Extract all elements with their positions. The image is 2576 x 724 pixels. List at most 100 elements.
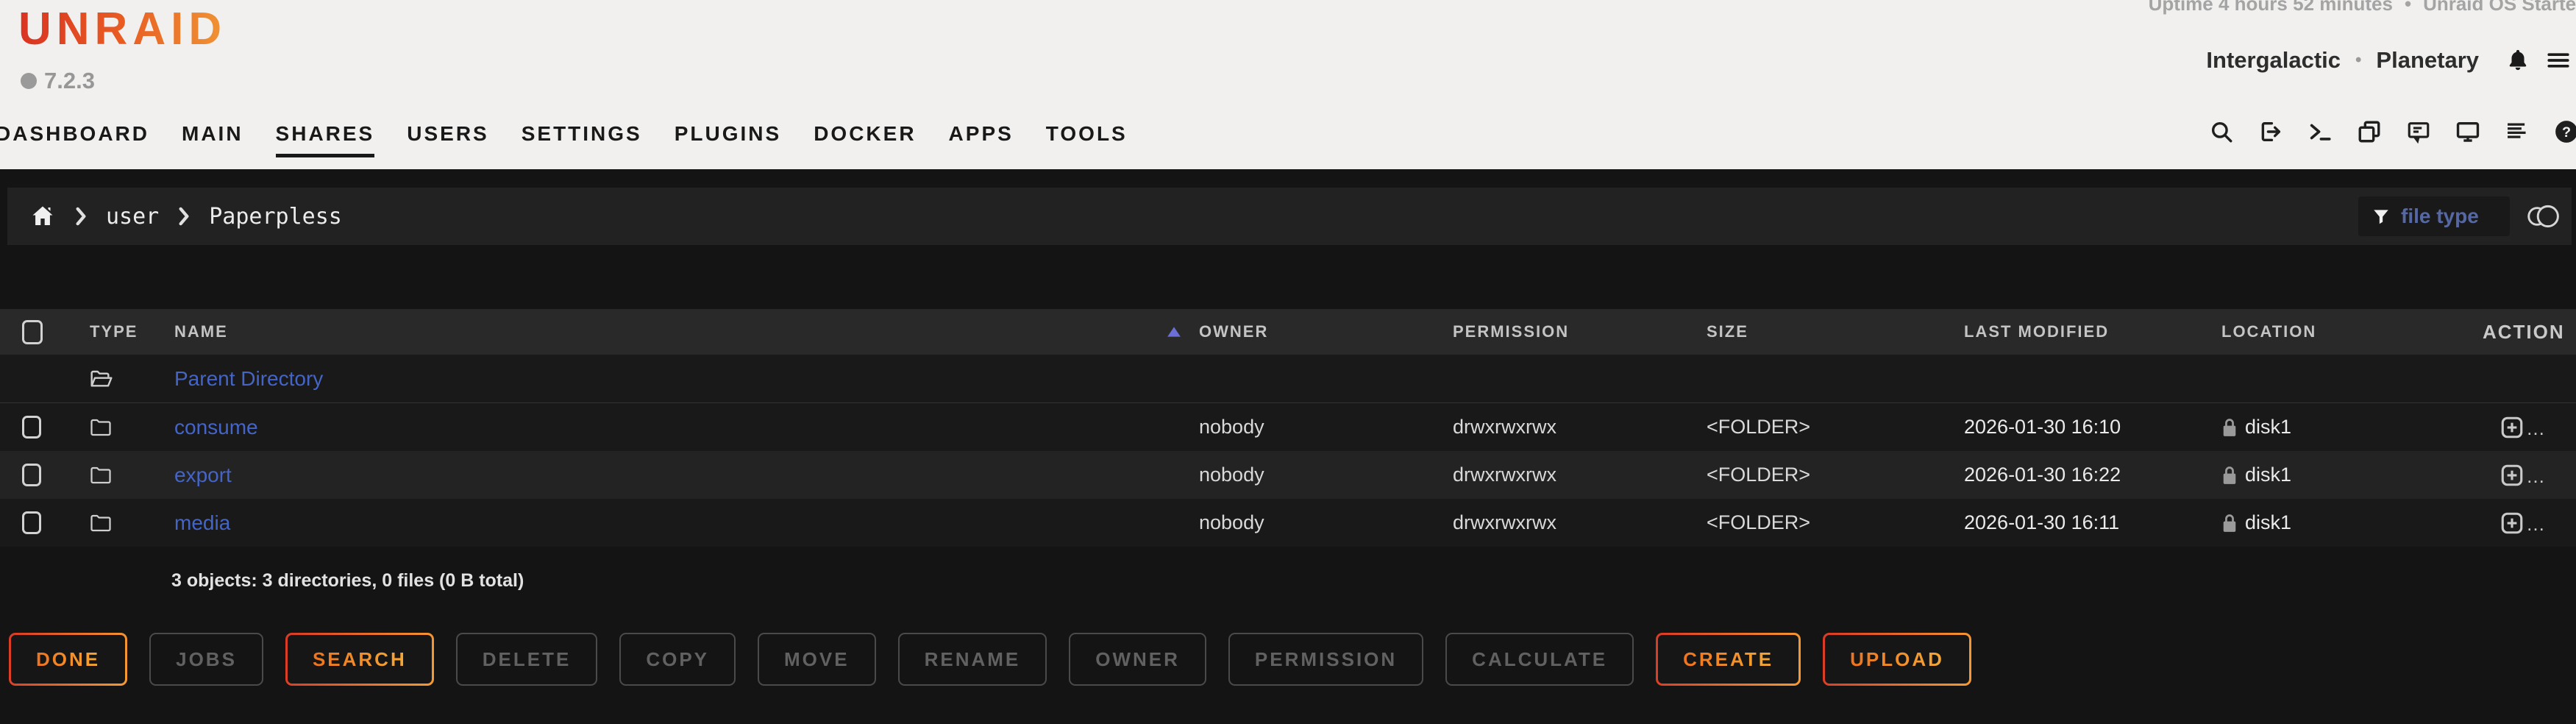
os-status-text: Unraid OS Started (2423, 0, 2576, 15)
funnel-icon (2372, 207, 2391, 226)
cell-location: disk1 (2221, 511, 2483, 534)
column-header-size[interactable]: SIZE (1707, 322, 1964, 341)
action-button-bar: DONE JOBS SEARCH DELETE COPY MOVE RENAME… (9, 633, 2576, 686)
folder-link[interactable]: media (174, 511, 230, 535)
row-action-button[interactable]: … (2499, 463, 2576, 488)
done-button[interactable]: DONE (9, 633, 127, 686)
nav-item-settings[interactable]: SETTINGS (522, 122, 642, 157)
log-icon[interactable] (2505, 119, 2530, 144)
chevron-right-icon (177, 207, 191, 226)
column-header-location[interactable]: LOCATION (2221, 322, 2483, 341)
row-action-button[interactable]: … (2499, 511, 2576, 536)
table-row-parent: Parent Directory (0, 355, 2576, 402)
action-more-label: … (2526, 513, 2545, 536)
top-header: UNRAID 7.2.3 Uptime 4 hours 52 minutes •… (0, 0, 2576, 169)
move-button[interactable]: MOVE (758, 633, 876, 686)
logout-icon[interactable] (2258, 119, 2283, 144)
nav-item-docker[interactable]: DOCKER (814, 122, 916, 157)
row-action-button[interactable]: … (2499, 415, 2576, 440)
plus-square-icon (2499, 511, 2525, 536)
unraid-page: UNRAID 7.2.3 Uptime 4 hours 52 minutes •… (0, 0, 2576, 724)
file-type-filter[interactable] (2358, 196, 2510, 236)
display-icon[interactable] (2455, 119, 2480, 144)
home-icon[interactable] (29, 203, 56, 230)
location-label: disk1 (2245, 511, 2291, 534)
column-header-name[interactable]: NAME (158, 322, 1192, 341)
server-name: Intergalactic (2206, 47, 2341, 74)
hamburger-menu-icon[interactable] (2545, 48, 2572, 73)
toggle-icon[interactable] (2525, 204, 2561, 229)
unraid-logo[interactable]: UNRAID (18, 3, 227, 55)
nav-item-users[interactable]: USERS (407, 122, 488, 157)
row-checkbox[interactable] (22, 464, 41, 486)
folder-icon (90, 514, 112, 533)
lock-icon (2221, 466, 2238, 485)
nav-item-apps[interactable]: APPS (949, 122, 1014, 157)
help-icon[interactable]: ? (2554, 119, 2576, 144)
breadcrumb-segment-user[interactable]: user (106, 204, 159, 230)
cell-permission: drwxrwxrwx (1453, 416, 1707, 439)
copy-icon[interactable] (2357, 119, 2382, 144)
column-header-owner[interactable]: OWNER (1192, 322, 1453, 341)
copy-button[interactable]: COPY (619, 633, 736, 686)
sort-asc-icon (1167, 326, 1181, 338)
cell-modified: 2026-01-30 16:22 (1964, 464, 2221, 486)
cell-size: <FOLDER> (1707, 464, 1964, 486)
folder-icon (90, 466, 112, 485)
search-icon[interactable] (2209, 119, 2234, 144)
column-header-permission[interactable]: PERMISSION (1453, 322, 1707, 341)
server-separator: • (2355, 50, 2361, 71)
server-description: Planetary (2376, 47, 2479, 74)
terminal-icon[interactable] (2308, 119, 2333, 144)
upload-button[interactable]: UPLOAD (1823, 633, 1971, 686)
uptime-text: Uptime 4 hours 52 minutes (2149, 0, 2393, 15)
table-header-row: TYPE NAME OWNER PERMISSION SIZE LAST MOD… (0, 309, 2576, 355)
nav-item-dashboard[interactable]: DASHBOARD (0, 122, 149, 157)
version-label: 7.2.3 (44, 68, 95, 94)
calculate-button[interactable]: CALCULATE (1445, 633, 1634, 686)
create-button[interactable]: CREATE (1656, 633, 1801, 686)
location-label: disk1 (2245, 416, 2291, 439)
cell-size: <FOLDER> (1707, 511, 1964, 534)
content-area: user Paperpless TYPE (0, 188, 2576, 724)
lock-icon (2221, 418, 2238, 437)
nav-item-plugins[interactable]: PLUGINS (675, 122, 781, 157)
svg-text:?: ? (2562, 124, 2571, 141)
breadcrumb-segment-paperpless[interactable]: Paperpless (209, 204, 342, 230)
bell-icon[interactable] (2505, 48, 2530, 73)
folder-icon (90, 418, 112, 437)
nav-item-shares[interactable]: SHARES (276, 122, 375, 157)
file-type-filter-input[interactable] (2401, 205, 2497, 228)
version-icon (21, 73, 37, 89)
rename-button[interactable]: RENAME (898, 633, 1047, 686)
folder-link[interactable]: consume (174, 416, 258, 439)
uptime-status: Uptime 4 hours 52 minutes • Unraid OS St… (2149, 0, 2576, 15)
owner-button[interactable]: OWNER (1069, 633, 1206, 686)
folder-link[interactable]: export (174, 464, 232, 487)
parent-directory-link[interactable]: Parent Directory (174, 367, 323, 391)
search-button[interactable]: SEARCH (285, 633, 434, 686)
cell-size: <FOLDER> (1707, 416, 1964, 439)
column-header-type[interactable]: TYPE (74, 322, 158, 341)
nav-item-tools[interactable]: TOOLS (1046, 122, 1128, 157)
delete-button[interactable]: DELETE (456, 633, 598, 686)
row-checkbox[interactable] (22, 416, 41, 439)
cell-location: disk1 (2221, 416, 2483, 439)
plus-square-icon (2499, 415, 2525, 440)
cell-permission: drwxrwxrwx (1453, 464, 1707, 486)
row-checkbox[interactable] (22, 511, 41, 534)
file-table: TYPE NAME OWNER PERMISSION SIZE LAST MOD… (0, 309, 2576, 547)
chevron-right-icon (74, 207, 88, 226)
feedback-icon[interactable] (2406, 119, 2431, 144)
select-all-checkbox[interactable] (22, 320, 43, 344)
action-more-label: … (2526, 417, 2545, 440)
header-action-icons: ? (2209, 119, 2576, 144)
server-identity: Intergalactic • Planetary (2206, 47, 2572, 74)
object-count-summary: 3 objects: 3 directories, 0 files (0 B t… (171, 570, 2576, 592)
jobs-button[interactable]: JOBS (149, 633, 263, 686)
nav-item-main[interactable]: MAIN (182, 122, 243, 157)
column-header-modified[interactable]: LAST MODIFIED (1964, 322, 2221, 341)
cell-modified: 2026-01-30 16:11 (1964, 511, 2221, 534)
cell-owner: nobody (1192, 511, 1453, 534)
permission-button[interactable]: PERMISSION (1228, 633, 1423, 686)
